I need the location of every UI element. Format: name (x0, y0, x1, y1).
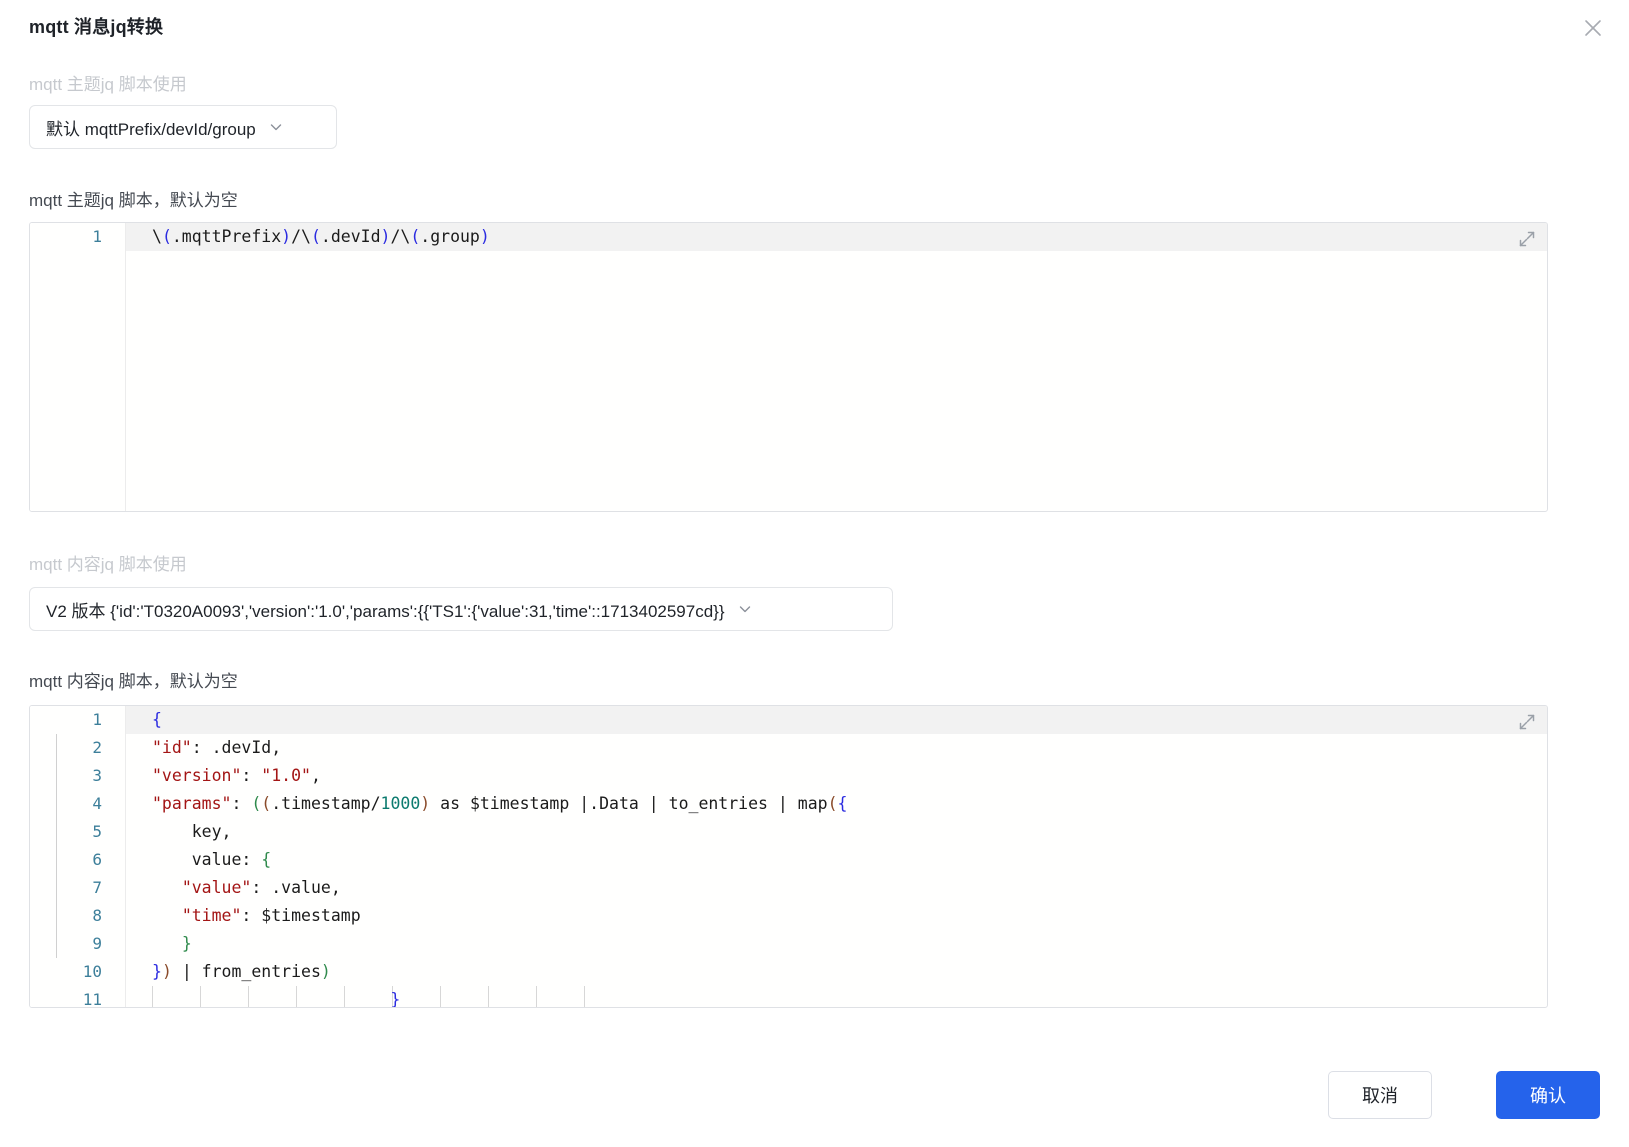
line-number: 7 (92, 878, 102, 897)
code-line: 10 }) | from_entries) (83, 958, 1547, 986)
line-text: \(.mqttPrefix)/\(.devId)/\(.group) (152, 227, 490, 246)
expand-icon[interactable] (1517, 229, 1539, 251)
topic-editor-code[interactable]: 1 \(.mqttPrefix)/\(.devId)/\(.group) (92, 223, 1547, 511)
line-text: { (152, 710, 162, 729)
content-usage-label: mqtt 内容jq 脚本使用 (29, 555, 187, 574)
code-line: 3 "version": "1.0", (92, 762, 1547, 790)
confirm-button[interactable]: 确认 (1496, 1071, 1600, 1119)
topic-usage-select-value: 默认 mqttPrefix/devId/group (46, 119, 256, 139)
line-number: 4 (92, 794, 102, 813)
page-title: mqtt 消息jq转换 (29, 17, 164, 37)
code-line: 2 "id": .devId, (92, 734, 1547, 762)
line-text: }) | from_entries) (152, 962, 331, 981)
topic-usage-label: mqtt 主题jq 脚本使用 (29, 75, 187, 94)
line-number: 8 (92, 906, 102, 925)
line-text: "params": ((.timestamp/1000) as $timesta… (152, 794, 848, 813)
line-text: "version": "1.0", (152, 766, 321, 785)
chevron-down-icon (737, 601, 753, 617)
expand-icon[interactable] (1517, 712, 1539, 734)
line-text: "time": $timestamp (181, 906, 361, 925)
topic-usage-select[interactable]: 默认 mqttPrefix/devId/group (29, 105, 337, 149)
code-line: 9 } (92, 930, 1547, 958)
line-text: value: { (152, 850, 272, 869)
line-text: key, (152, 822, 232, 841)
code-line: 1 { (92, 706, 1547, 734)
line-text: "value": .value, (181, 878, 341, 897)
line-number: 9 (92, 934, 102, 953)
line-text: "id": .devId, (152, 738, 282, 757)
dialog-footer: 取消 确认 (0, 1043, 1629, 1147)
line-number: 6 (92, 850, 102, 869)
line-text: } (390, 990, 401, 1008)
code-line: 8 "time": $timestamp (92, 902, 1547, 930)
chevron-down-icon (268, 119, 284, 135)
close-icon[interactable] (1575, 10, 1611, 46)
mqtt-jq-transform-dialog: mqtt 消息jq转换 mqtt 主题jq 脚本使用 默认 mqttPrefix… (0, 0, 1629, 1147)
code-line: 7 "value": .value, (92, 874, 1547, 902)
topic-editor-gutter (30, 223, 126, 511)
line-number: 5 (92, 822, 102, 841)
content-usage-select-value: V2 版本 {'id':'T0320A0093','version':'1.0'… (46, 601, 725, 621)
topic-script-editor[interactable]: 1 \(.mqttPrefix)/\(.devId)/\(.group) (29, 222, 1548, 512)
content-script-editor[interactable]: 1 { 2 "id": .devId, 3 "version": "1.0", … (29, 705, 1548, 1008)
dialog-header: mqtt 消息jq转换 (0, 0, 1629, 56)
line-number: 1 (92, 227, 102, 246)
line-number: 1 (92, 710, 102, 729)
code-line: 11 } (83, 986, 1547, 1008)
code-line: 4 "params": ((.timestamp/1000) as $times… (92, 790, 1547, 818)
code-line: 1 \(.mqttPrefix)/\(.devId)/\(.group) (92, 223, 1547, 251)
line-number: 11 (82, 990, 102, 1008)
line-text: } (181, 934, 192, 953)
topic-script-label: mqtt 主题jq 脚本，默认为空 (29, 191, 238, 210)
line-number: 2 (92, 738, 102, 757)
line-number: 10 (82, 962, 102, 981)
content-usage-select[interactable]: V2 版本 {'id':'T0320A0093','version':'1.0'… (29, 587, 893, 631)
code-line: 5 key, (92, 818, 1547, 846)
content-script-label: mqtt 内容jq 脚本，默认为空 (29, 672, 238, 691)
content-editor-code[interactable]: 1 { 2 "id": .devId, 3 "version": "1.0", … (83, 706, 1547, 1008)
code-line: 6 value: { (92, 846, 1547, 874)
cancel-button[interactable]: 取消 (1328, 1071, 1432, 1119)
line-number: 3 (92, 766, 102, 785)
